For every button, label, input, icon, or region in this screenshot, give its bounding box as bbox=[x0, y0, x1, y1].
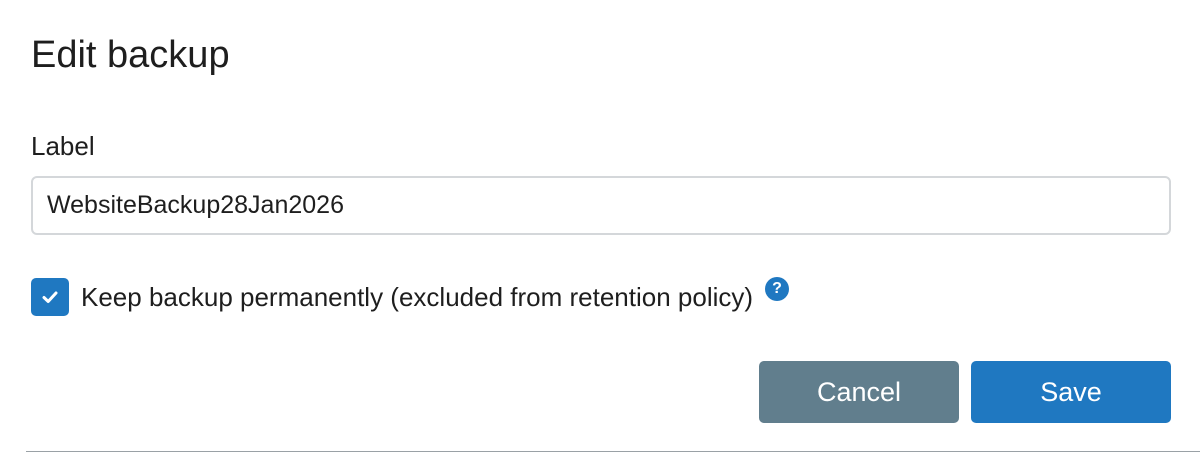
bottom-divider bbox=[26, 451, 1200, 452]
edit-backup-dialog: Edit backup Label Keep backup permanentl… bbox=[0, 0, 1200, 430]
checkmark-icon bbox=[42, 291, 58, 303]
cancel-button[interactable]: Cancel bbox=[759, 361, 959, 423]
keep-permanently-label[interactable]: Keep backup permanently (excluded from r… bbox=[81, 277, 753, 317]
keep-permanently-checkbox[interactable] bbox=[31, 278, 69, 316]
label-input[interactable] bbox=[31, 176, 1171, 235]
dialog-title: Edit backup bbox=[31, 34, 230, 76]
keep-permanently-row: Keep backup permanently (excluded from r… bbox=[31, 277, 790, 317]
save-button[interactable]: Save bbox=[971, 361, 1171, 423]
page: Edit backup Label Keep backup permanentl… bbox=[0, 0, 1200, 454]
question-circle-icon[interactable]: ? bbox=[765, 277, 790, 301]
label-field-label: Label bbox=[31, 131, 95, 161]
